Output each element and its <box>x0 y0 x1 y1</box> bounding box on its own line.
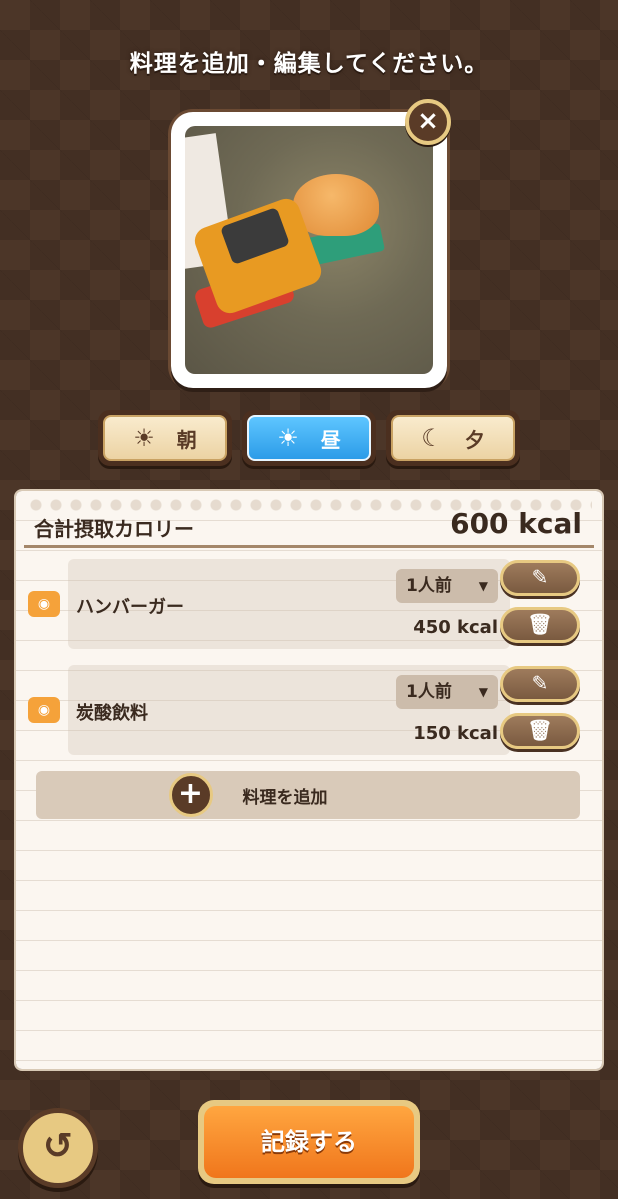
moon-icon: ☾ <box>421 424 443 452</box>
camera-icon[interactable]: ◉ <box>28 697 60 723</box>
food-photo <box>185 126 433 374</box>
item-name: 炭酸飲料 <box>76 703 148 724</box>
record-button[interactable]: 記録する <box>198 1100 420 1184</box>
plus-icon: + <box>168 773 213 817</box>
tab-dinner-label: 夕 <box>464 427 485 452</box>
close-icon: × <box>417 106 439 136</box>
page-title: 料理を追加・編集してください。 <box>129 51 489 77</box>
sun-icon: ☀ <box>277 424 299 452</box>
camera-icon[interactable]: ◉ <box>28 591 60 617</box>
edit-item-button[interactable]: ✎ <box>500 560 580 596</box>
back-button[interactable]: ↺ <box>18 1108 98 1188</box>
tab-lunch-label: 昼 <box>320 427 341 452</box>
item-name: ハンバーガー <box>76 597 184 618</box>
pencil-icon: ✎ <box>531 565 549 589</box>
total-calories-label: 合計摂取カロリー <box>34 517 194 541</box>
record-button-label: 記録する <box>204 1106 414 1178</box>
pencil-icon: ✎ <box>531 671 549 695</box>
tab-lunch[interactable]: ☀ 昼 <box>242 410 376 466</box>
total-calories-value: 600 kcal <box>450 507 582 540</box>
food-photo-frame <box>171 112 447 388</box>
add-item-button[interactable]: + 料理を追加 <box>36 771 580 819</box>
portion-select[interactable]: 1人前 ▼ <box>396 569 498 603</box>
sunrise-icon: ☀ <box>133 424 155 452</box>
item-calories: 150 kcal <box>413 723 498 744</box>
tab-breakfast-label: 朝 <box>176 427 197 452</box>
trash-icon: 🗑 <box>527 612 553 636</box>
portion-value: 1人前 <box>406 576 452 596</box>
tab-breakfast[interactable]: ☀ 朝 <box>98 410 232 466</box>
delete-item-button[interactable]: 🗑 <box>500 607 580 643</box>
close-photo-button[interactable]: × <box>405 99 451 145</box>
chevron-down-icon: ▼ <box>478 579 488 593</box>
meal-notebook-card: 合計摂取カロリー 600 kcal ◉ ハンバーガー 1人前 ▼ 450 kca… <box>16 491 602 1069</box>
trash-icon: 🗑 <box>527 718 553 742</box>
divider <box>24 545 594 548</box>
delete-item-button[interactable]: 🗑 <box>500 713 580 749</box>
portion-select[interactable]: 1人前 ▼ <box>396 675 498 709</box>
add-item-label: 料理を追加 <box>242 787 328 808</box>
tab-dinner[interactable]: ☾ 夕 <box>386 410 520 466</box>
portion-value: 1人前 <box>406 682 452 702</box>
undo-icon: ↺ <box>42 1126 74 1167</box>
list-item: ハンバーガー 1人前 ▼ 450 kcal <box>68 559 510 649</box>
edit-item-button[interactable]: ✎ <box>500 666 580 702</box>
list-item: 炭酸飲料 1人前 ▼ 150 kcal <box>68 665 510 755</box>
item-calories: 450 kcal <box>413 617 498 638</box>
chevron-down-icon: ▼ <box>478 685 488 699</box>
